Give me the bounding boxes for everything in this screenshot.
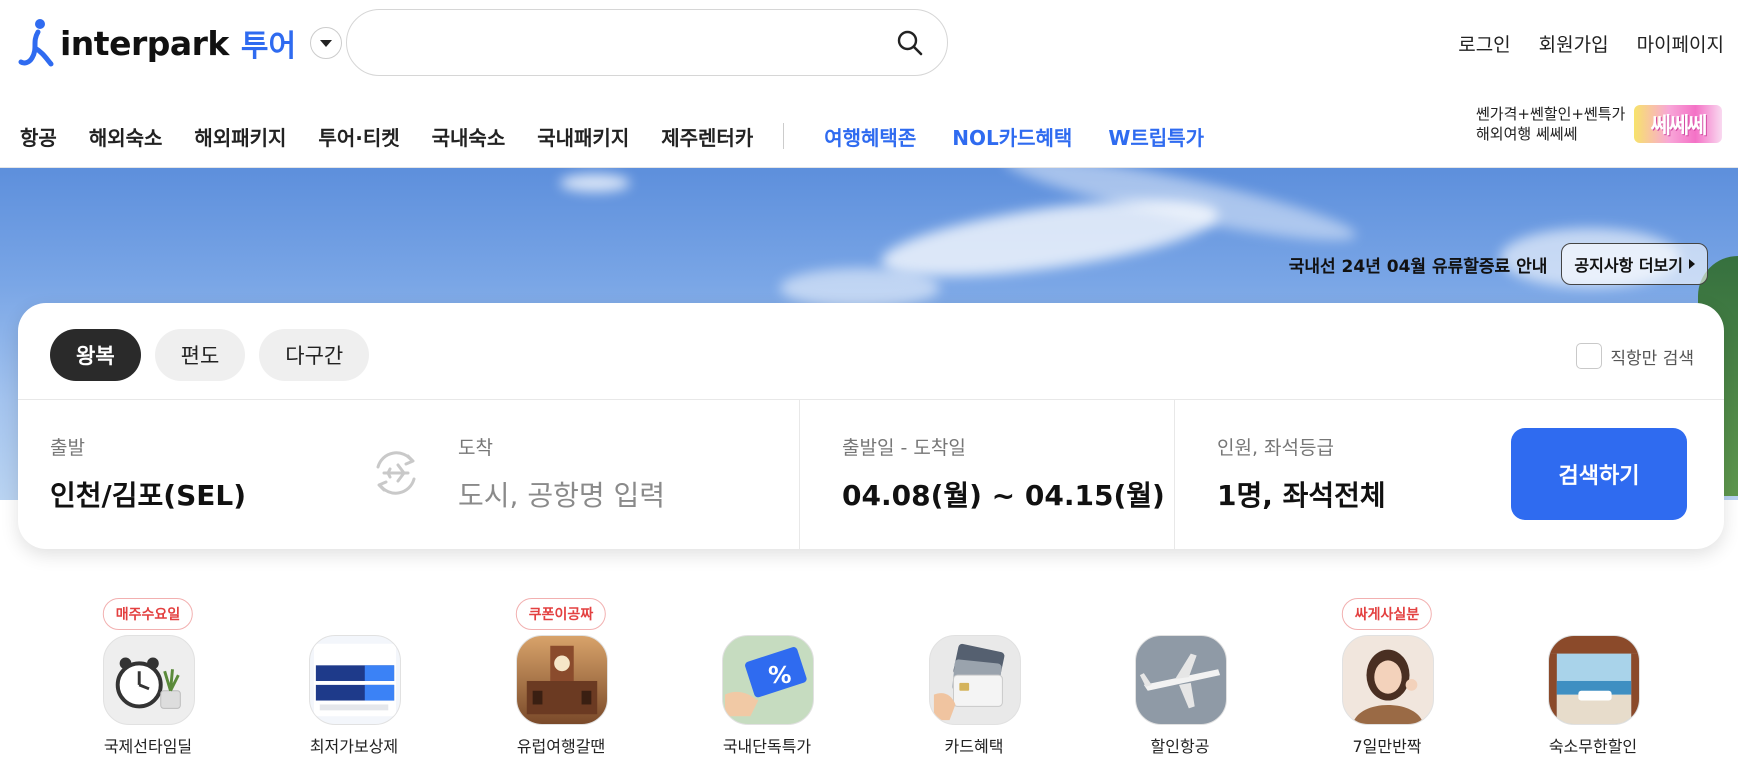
nav-item-jeju-rentcar[interactable]: 제주렌터카 [661, 122, 753, 151]
promo-line-1: 쎈가격+쎈할인+쎈특가 [1476, 105, 1626, 123]
nav-item-tour-ticket[interactable]: 투어·티켓 [318, 122, 399, 151]
search-bar [346, 9, 948, 76]
lowest-price-poster-icon [309, 635, 401, 725]
field-divider [799, 400, 800, 549]
passengers-label: 인원, 좌석등급 [1217, 437, 1334, 459]
passengers-value: 1명, 좌석전체 [1217, 479, 1386, 512]
quick-label: 7일만반짝 [1352, 737, 1422, 756]
nav-item-overseas-package[interactable]: 해외패키지 [194, 122, 286, 151]
notice-text[interactable]: 국내선 24년 04월 유류할증료 안내 [1289, 252, 1548, 277]
trip-type-tabs: 왕복 편도 다구간 [50, 329, 370, 381]
promo-badge: 쎄쎄쎄 [1634, 105, 1722, 143]
quick-label: 숙소무한할인 [1548, 737, 1638, 756]
chevron-down-icon [320, 39, 333, 47]
clock-tower-icon [516, 635, 608, 725]
user-links: 로그인 회원가입 마이페이지 [1458, 30, 1724, 57]
logo[interactable]: interpark 투어 [18, 18, 343, 68]
notice: 국내선 24년 04월 유류할증료 안내 공지사항 더보기 [1289, 243, 1708, 285]
dates-label: 출발일 - 도착일 [842, 437, 966, 459]
logo-text: interpark [60, 23, 229, 63]
cloud [780, 268, 940, 308]
departure-value: 인천/김포(SEL) [50, 479, 246, 512]
percent-coupon-icon: % [722, 635, 814, 725]
quick-label: 국내단독특가 [722, 737, 812, 756]
departure-label: 출발 [50, 437, 85, 459]
departure-field[interactable]: 출발 인천/김포(SEL) [50, 433, 246, 514]
airplane-icon [1135, 635, 1227, 725]
notice-more-label: 공지사항 더보기 [1574, 256, 1683, 275]
dates-value: 04.08(월) ~ 04.15(월) [842, 479, 1165, 512]
direct-only-label: 직항만 검색 [1610, 348, 1694, 369]
nav-item-flights[interactable]: 항공 [20, 122, 57, 151]
cloud [560, 174, 630, 192]
nav-item-domestic-package[interactable]: 국내패키지 [537, 122, 629, 151]
alarm-clock-icon [103, 635, 195, 725]
nav-item-overseas-stay[interactable]: 해외숙소 [89, 122, 163, 151]
nav-item-domestic-stay[interactable]: 국내숙소 [432, 122, 506, 151]
quick-label: 최저가보상제 [309, 737, 399, 756]
nav-item-benefit-zone[interactable]: 여행혜택존 [824, 122, 916, 151]
quick-label: 카드혜택 [944, 737, 1004, 756]
resort-view-icon [1548, 635, 1640, 725]
logo-sub: 투어 [240, 29, 297, 64]
model-portrait-icon [1342, 635, 1434, 725]
tab-multi-city[interactable]: 다구간 [259, 329, 370, 381]
nav-item-nol-card[interactable]: NOL카드혜택 [952, 122, 1072, 151]
swap-plane-icon[interactable] [368, 445, 424, 501]
direct-only-checkbox[interactable] [1576, 343, 1603, 369]
quick-menu: 매주수요일 국제선타임딜 최저가보상제 쿠폰이공짜 유럽여행갈땐 % 국내단독특… [0, 598, 1738, 758]
quick-badge: 쿠폰이공짜 [515, 598, 607, 630]
quick-badge: 매주수요일 [102, 598, 194, 630]
search-button[interactable]: 검색하기 [1511, 428, 1687, 520]
search-input[interactable] [375, 10, 895, 74]
main-nav: 항공 해외숙소 해외패키지 투어·티켓 국내숙소 국내패키지 제주렌터카 여행혜… [0, 112, 1220, 160]
arrival-placeholder: 도시, 공항명 입력 [458, 479, 666, 512]
logo-runner-icon [18, 19, 54, 67]
mypage-link[interactable]: 마이페이지 [1637, 30, 1724, 57]
direct-only-option[interactable]: 직항만 검색 [1576, 343, 1694, 369]
quick-badge: 싸게사실분 [1341, 598, 1433, 630]
promo-line-2: 해외여행 쎄쎄쎄 [1476, 125, 1578, 143]
svg-text:%: % [768, 661, 792, 689]
notice-more-button[interactable]: 공지사항 더보기 [1561, 243, 1708, 285]
quick-label: 국제선타임딜 [103, 737, 193, 756]
arrival-label: 도착 [458, 437, 493, 459]
tab-one-way[interactable]: 편도 [154, 329, 246, 381]
login-link[interactable]: 로그인 [1458, 30, 1510, 57]
panel-divider [18, 399, 1724, 400]
flight-search-panel: 왕복 편도 다구간 직항만 검색 출발 인천/김포(SEL) 도착 도시, 공항… [18, 303, 1724, 549]
tab-round-trip[interactable]: 왕복 [50, 329, 141, 381]
signup-link[interactable]: 회원가입 [1539, 30, 1609, 57]
dates-field[interactable]: 출발일 - 도착일 04.08(월) ~ 04.15(월) [842, 433, 1165, 514]
search-icon[interactable] [895, 28, 925, 58]
nav-item-wtrip[interactable]: W트립특가 [1108, 122, 1204, 151]
arrival-field[interactable]: 도착 도시, 공항명 입력 [458, 433, 665, 514]
nav-separator [783, 123, 785, 149]
field-divider [1174, 400, 1175, 549]
service-dropdown-button[interactable] [310, 27, 343, 59]
credit-card-icon [929, 635, 1021, 725]
promo-text: 쎈가격+쎈할인+쎈특가 해외여행 쎄쎄쎄 [1476, 104, 1626, 144]
quick-label: 할인항공 [1150, 737, 1210, 756]
promo-banner[interactable]: 쎈가격+쎈할인+쎈특가 해외여행 쎄쎄쎄 쎄쎄쎄 [1476, 104, 1722, 144]
play-arrow-icon [1689, 259, 1695, 269]
header: interpark 투어 로그인 회원가입 마이페이지 [0, 0, 1738, 100]
quick-label: 유럽여행갈땐 [516, 737, 606, 756]
passengers-field[interactable]: 인원, 좌석등급 1명, 좌석전체 [1217, 433, 1386, 514]
